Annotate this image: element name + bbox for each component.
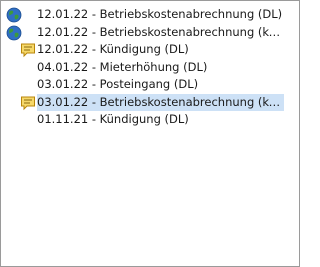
- list-item-label: 04.01.22 - Mieterhöhung (DL): [37, 59, 208, 74]
- note-icon: [21, 96, 35, 110]
- list-item-label: 12.01.22 - Kündigung (DL): [37, 42, 189, 56]
- list-item-label: 12.01.22 - Betriebskostenabrechnung (kei…: [37, 24, 284, 39]
- document-list: 12.01.22 - Betriebskostenabrechnung (DL)…: [1, 6, 299, 129]
- list-item[interactable]: 12.01.22 - Betriebskostenabrechnung (kei…: [1, 24, 299, 42]
- document-list-panel: 12.01.22 - Betriebskostenabrechnung (DL)…: [0, 0, 300, 267]
- note-icon: [21, 43, 35, 58]
- list-item-label: 12.01.22 - Betriebskostenabrechnung (DL): [37, 7, 283, 21]
- list-item-selected[interactable]: 03.01.22 - Betriebskostenabrechnung (kei…: [1, 93, 299, 111]
- list-item-label: 01.11.21 - Kündigung (DL): [37, 112, 189, 126]
- list-item-label: 03.01.22 - Betriebskostenabrechnung (kei…: [37, 93, 284, 111]
- list-item[interactable]: 03.01.22 - Posteingang (DL): [1, 76, 299, 94]
- globe-icon: [6, 25, 22, 40]
- list-item[interactable]: 04.01.22 - Mieterhöhung (DL): [1, 59, 299, 77]
- list-item[interactable]: 01.11.21 - Kündigung (DL): [1, 111, 299, 129]
- list-item[interactable]: 12.01.22 - Kündigung (DL): [1, 41, 299, 59]
- globe-icon: [6, 7, 22, 23]
- list-item-label: 03.01.22 - Posteingang (DL): [37, 77, 199, 91]
- list-item[interactable]: 12.01.22 - Betriebskostenabrechnung (DL): [1, 6, 299, 24]
